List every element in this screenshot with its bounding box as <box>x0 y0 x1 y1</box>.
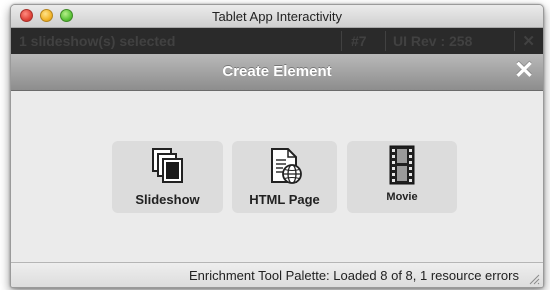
slideshow-label: Slideshow <box>135 192 200 207</box>
ui-revision: UI Rev : 258 <box>393 33 473 49</box>
html-page-icon <box>270 148 302 184</box>
dialog-close-button[interactable]: ✕ <box>513 59 535 83</box>
selection-status: 1 slideshow(s) selected <box>19 33 176 49</box>
movie-label: Movie <box>386 191 418 203</box>
slideshow-icon <box>151 148 183 183</box>
create-html-page-button[interactable]: HTML Page <box>232 141 337 213</box>
element-number: #7 <box>351 33 367 49</box>
movie-icon <box>389 145 415 185</box>
resize-grip-icon[interactable] <box>528 273 540 285</box>
html-page-label: HTML Page <box>249 192 320 207</box>
toolbar-close-button[interactable]: ✕ <box>522 32 535 50</box>
app-window: Tablet App Interactivity 1 slideshow(s) … <box>10 4 544 288</box>
title-bar: Tablet App Interactivity <box>11 5 543 28</box>
dialog-title: Create Element <box>222 63 332 80</box>
element-palette: Slideshow HTML Page Movie <box>11 91 543 261</box>
toolbar-divider <box>514 31 515 51</box>
status-bar: Enrichment Tool Palette: Loaded 8 of 8, … <box>11 262 543 287</box>
create-slideshow-button[interactable]: Slideshow <box>112 141 223 213</box>
toolbar-divider <box>385 31 386 51</box>
selection-toolbar: 1 slideshow(s) selected #7 UI Rev : 258 … <box>11 28 543 54</box>
status-text: Enrichment Tool Palette: Loaded 8 of 8, … <box>188 268 519 283</box>
toolbar-divider <box>341 31 342 51</box>
window-title: Tablet App Interactivity <box>211 9 343 24</box>
create-movie-button[interactable]: Movie <box>347 141 457 213</box>
dialog-header: Create Element ✕ <box>11 54 543 91</box>
